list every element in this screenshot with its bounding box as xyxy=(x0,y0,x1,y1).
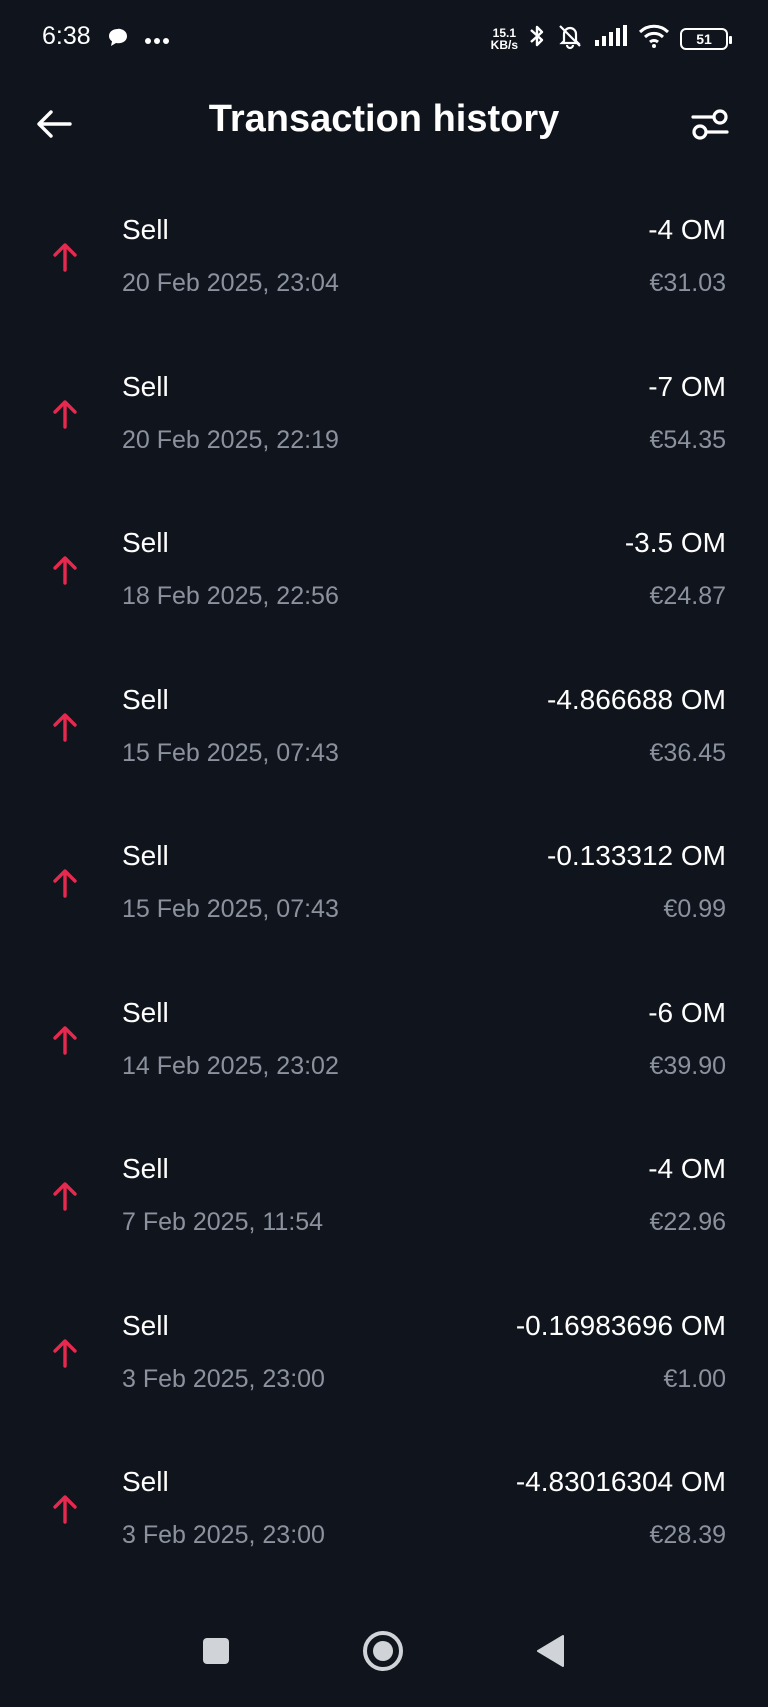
home-button[interactable] xyxy=(355,1625,411,1681)
transaction-date: 14 Feb 2025, 23:02 xyxy=(122,1051,339,1080)
arrow-up-icon xyxy=(48,553,82,587)
transaction-date: 7 Feb 2025, 11:54 xyxy=(122,1208,324,1236)
transaction-amount: -4 OM xyxy=(648,1153,726,1184)
transaction-row[interactable]: Sell 20 Feb 2025, 22:19 -7 OM €54.35 xyxy=(0,347,768,504)
transaction-type: Sell xyxy=(122,840,169,871)
transaction-fiat-value: €36.45 xyxy=(649,738,726,767)
transaction-amount: -7 OM xyxy=(648,370,726,402)
transaction-date: 15 Feb 2025, 07:43 xyxy=(122,895,339,923)
transaction-date: 3 Feb 2025, 23:00 xyxy=(122,1521,325,1549)
status-left-icons xyxy=(106,26,170,55)
filter-sliders-icon xyxy=(691,107,729,146)
transaction-row[interactable]: Sell 3 Feb 2025, 23:00 -4.83016304 OM €28.3… xyxy=(0,1442,768,1599)
transaction-date: 15 Feb 2025, 07:43 xyxy=(122,738,339,767)
transaction-amount: -4.866688 OM xyxy=(547,683,726,715)
transaction-type: Sell xyxy=(122,996,169,1028)
transaction-row[interactable]: Sell 18 Feb 2025, 22:56 -3.5 OM €24.87 xyxy=(0,503,768,660)
recents-square-icon xyxy=(201,1636,231,1671)
arrow-up-icon xyxy=(48,1492,82,1526)
transaction-fiat-value: €31.03 xyxy=(649,269,726,297)
transaction-fiat-value: €54.35 xyxy=(649,425,726,454)
transaction-date: 3 Feb 2025, 23:00 xyxy=(122,1364,325,1393)
transaction-type: Sell xyxy=(122,214,169,245)
page-title: Transaction history xyxy=(208,98,560,140)
net-speed-value: 15.1 xyxy=(492,25,516,40)
transaction-fiat-value: €28.39 xyxy=(649,1521,726,1549)
transaction-date: 18 Feb 2025, 22:56 xyxy=(122,582,339,610)
transaction-list: Sell 20 Feb 2025, 23:04 -4 OM €31.03 Sell 20 … xyxy=(0,190,768,1599)
transaction-row[interactable]: Sell 3 Feb 2025, 23:00 -0.16983696 OM €1.00 xyxy=(0,1286,768,1443)
transaction-amount: -0.16983696 OM xyxy=(515,1309,726,1341)
transaction-type: Sell xyxy=(122,1153,169,1184)
transaction-fiat-value: €0.99 xyxy=(663,895,726,923)
transaction-row[interactable]: Sell 7 Feb 2025, 11:54 -4 OM €22.96 xyxy=(0,1129,768,1286)
transaction-amount: -3.5 OM xyxy=(624,527,726,558)
arrow-up-icon xyxy=(48,1336,82,1370)
net-speed: 15.1 KB/s xyxy=(491,27,518,51)
transaction-type: Sell xyxy=(122,1309,169,1341)
transaction-date: 20 Feb 2025, 23:04 xyxy=(122,269,339,297)
transaction-amount: -4 OM xyxy=(648,214,726,245)
status-right-icons: 15.1 KB/s 51 xyxy=(491,22,732,55)
home-circle-icon xyxy=(362,1630,404,1677)
arrow-up-icon xyxy=(48,866,82,900)
status-bar: 6:38 15.1 KB/s 51 xyxy=(0,0,768,78)
transaction-row[interactable]: Sell 14 Feb 2025, 23:02 -6 OM €39.90 xyxy=(0,973,768,1130)
arrow-up-icon xyxy=(48,1023,82,1057)
system-back-button[interactable] xyxy=(522,1625,578,1681)
transaction-type: Sell xyxy=(122,1466,169,1497)
transaction-amount: -0.133312 OM xyxy=(547,840,726,871)
battery-icon: 51 xyxy=(680,27,732,50)
more-dots-icon xyxy=(144,32,170,50)
arrow-up-icon xyxy=(48,1179,82,1213)
bluetooth-icon xyxy=(528,22,546,55)
arrow-up-icon xyxy=(48,710,82,744)
transaction-amount: -6 OM xyxy=(648,996,726,1028)
bell-muted-icon xyxy=(556,22,584,55)
transaction-amount: -4.83016304 OM xyxy=(515,1466,726,1497)
back-triangle-icon xyxy=(535,1634,565,1673)
wifi-icon xyxy=(638,23,670,54)
recents-button[interactable] xyxy=(188,1625,244,1681)
transaction-row[interactable]: Sell 20 Feb 2025, 23:04 -4 OM €31.03 xyxy=(0,190,768,347)
filter-button[interactable] xyxy=(686,102,734,150)
transaction-fiat-value: €39.90 xyxy=(649,1051,726,1080)
transaction-fiat-value: €24.87 xyxy=(649,582,726,610)
transaction-type: Sell xyxy=(122,683,169,715)
system-nav-bar xyxy=(0,1597,768,1707)
signal-icon xyxy=(594,24,628,53)
battery-level: 51 xyxy=(696,30,712,47)
transaction-type: Sell xyxy=(122,370,169,402)
arrow-up-icon xyxy=(48,240,82,274)
arrow-up-icon xyxy=(48,397,82,431)
transaction-fiat-value: €1.00 xyxy=(663,1364,726,1393)
transaction-fiat-value: €22.96 xyxy=(649,1208,726,1236)
chat-bubble-icon xyxy=(106,26,130,55)
status-time: 6:38 xyxy=(42,22,91,50)
screen: 6:38 15.1 KB/s 51 Transaction history Se… xyxy=(0,0,768,1707)
header: Transaction history xyxy=(0,78,768,178)
net-speed-unit: KB/s xyxy=(490,37,518,52)
transaction-row[interactable]: Sell 15 Feb 2025, 07:43 -4.866688 OM €36.45 xyxy=(0,660,768,817)
transaction-type: Sell xyxy=(122,527,169,558)
transaction-row[interactable]: Sell 15 Feb 2025, 07:43 -0.133312 OM €0.99 xyxy=(0,816,768,973)
transaction-date: 20 Feb 2025, 22:19 xyxy=(122,425,339,454)
